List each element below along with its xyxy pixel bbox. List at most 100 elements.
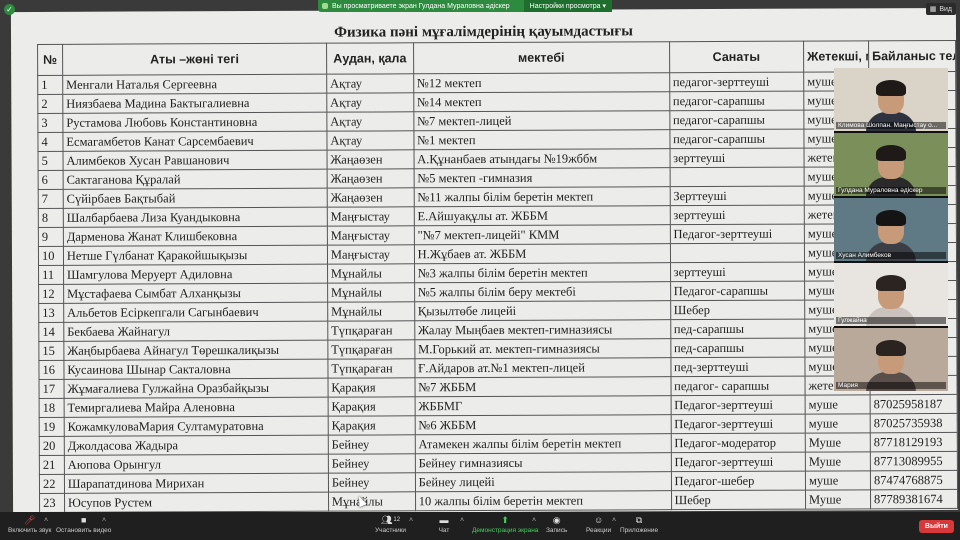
column-header: Аты –жөні тегі: [62, 43, 327, 76]
chat-button[interactable]: ▬ Чат: [438, 515, 450, 534]
table-cell: зерттеуші: [670, 262, 805, 282]
column-header: Аудан, қала: [326, 42, 414, 75]
table-cell: [670, 243, 805, 263]
share-screen-button[interactable]: ⬆ Демонстрация экрана: [472, 514, 538, 535]
view-options-button[interactable]: Настройки просмотра ▾: [523, 0, 612, 12]
table-cell: Мұстафаева Сымбат Алханқызы: [63, 283, 328, 304]
grid-icon: ▦: [929, 6, 937, 13]
shared-document: Физика пәні мұғалімдерінің қауымдастығы …: [10, 7, 959, 512]
video-options-caret-icon[interactable]: ˄: [102, 517, 106, 524]
table-cell: педагог-зерттеуші: [669, 72, 804, 92]
table-cell: Алимбеков Хусан Равшанович: [62, 150, 327, 171]
table-cell: Педагог-зерттеуші: [670, 414, 806, 434]
share-options-caret-icon[interactable]: ˄: [532, 517, 536, 524]
table-cell: Түпқараған: [327, 320, 415, 341]
table-cell: Муше: [805, 432, 871, 453]
table-cell: 18: [39, 398, 65, 418]
table-cell: Педагог-модератор: [670, 433, 806, 453]
table-cell: муше: [805, 413, 871, 434]
table-cell: Муше: [805, 489, 871, 510]
table-cell: Бейнеу: [328, 453, 416, 474]
chat-bubble-icon: ▬: [439, 515, 449, 525]
chat-options-caret-icon[interactable]: ˄: [460, 517, 464, 524]
table-cell: Мұнайлы: [327, 282, 415, 303]
leave-meeting-button[interactable]: Выйти: [918, 520, 954, 533]
table-cell: Ақтау: [326, 92, 414, 113]
table-cell: 87718129193: [870, 432, 958, 452]
banner-text: Вы просматриваете экран Гулдана Мураловн…: [332, 2, 510, 10]
table-cell: педагог-сарапшы: [669, 129, 804, 149]
table-cell: Ниязбаева Мадина Бактыгалиевна: [62, 93, 327, 114]
reactions-options-caret-icon[interactable]: ˄: [612, 517, 616, 524]
mic-muted-icon: 🎤︎: [23, 514, 36, 525]
table-cell: Ақтау: [326, 130, 414, 151]
table-cell: Кусаинова Шынар Сакталовна: [63, 359, 328, 380]
table-cell: Жаңаөзен: [326, 168, 414, 189]
table-cell: 14: [38, 322, 64, 342]
table-cell: Бекбаева Жайнагул: [63, 321, 328, 342]
table-header-row: № Аты –жөні тегі Аудан, қала мектебі Санаты Ж…: [37, 40, 956, 76]
participant-video-tile[interactable]: Гулжайна: [834, 263, 948, 326]
table-cell: Есмагамбетов Канат Сарсембаевич: [62, 131, 327, 152]
table-cell: 3: [37, 113, 63, 133]
table-cell: 10: [38, 246, 64, 266]
table-cell: Сактаганова Құралай: [63, 169, 328, 190]
participant-video-tile[interactable]: Гулдана Мураловна әдіскер: [834, 133, 948, 196]
participant-video-tile[interactable]: Климова Шолпан. Маңғыстау о...: [834, 68, 948, 131]
participant-gallery: Климова Шолпан. Маңғыстау о... Гулдана Му…: [834, 68, 948, 391]
reactions-button[interactable]: ☺ Реакции: [586, 515, 611, 534]
table-cell: 10 жалпы білім беретін мектеп: [415, 490, 672, 511]
table-cell: пед-сарапшы: [670, 319, 805, 339]
share-screen-icon: ⬆: [501, 514, 509, 525]
table-cell: 7: [38, 189, 64, 209]
participants-count: 12: [393, 517, 401, 523]
column-header: Санаты: [669, 41, 804, 73]
table-cell: педагог-сарапшы: [669, 110, 804, 130]
participant-name: Хусан Алимбеков: [836, 252, 946, 259]
table-cell: Жаңаөзен: [327, 187, 414, 208]
table-cell: 5: [38, 151, 64, 171]
table-cell: Жұмағалиева Гулжайна Оразбайқызы: [63, 378, 328, 399]
participant-name: Гулжайна: [836, 317, 946, 324]
table-cell: Ақтау: [326, 73, 414, 94]
table-body: 1 Менгали Наталья Сергеевна Ақтау №12 мекте…: [37, 71, 958, 512]
table-cell: Джолдасова Жадыра: [64, 435, 329, 456]
table-cell: Бейнеу: [328, 434, 416, 455]
shield-icon[interactable]: ✓: [4, 4, 15, 15]
audio-options-caret-icon[interactable]: ˄: [44, 517, 48, 524]
participants-options-caret-icon[interactable]: ˄: [409, 517, 413, 524]
table-cell: Бейнеу гимназиясы: [415, 452, 671, 473]
table-cell: Түпқараған: [327, 339, 415, 360]
table-cell: Н.Жұбаев ат. ЖББМ: [414, 243, 671, 264]
table-cell: Сүйірбаев Бақтыбай: [63, 188, 328, 209]
table-cell: 2: [37, 94, 63, 114]
table-cell: пед-сарапшы: [670, 338, 805, 358]
table-cell: Маңғыстау: [327, 244, 415, 265]
table-cell: педагог- сарапшы: [670, 376, 806, 396]
table-cell: №14 мектеп: [413, 91, 670, 112]
table-cell: Бейнеу лицейі: [415, 471, 672, 492]
table-cell: №1 мектеп: [413, 129, 670, 150]
table-row: 23 Юсупов Рустем Мұнайлы 10 жалпы білім бер…: [39, 489, 958, 512]
table-cell: 11: [38, 265, 64, 285]
participants-button[interactable]: 👥︎ 12 Участники: [375, 515, 406, 535]
apps-button[interactable]: ⧉ Приложение: [620, 515, 658, 535]
participant-video-tile[interactable]: Хусан Алимбеков: [834, 198, 948, 261]
table-cell: 87713089955: [870, 451, 958, 471]
record-button[interactable]: ◉ Запись: [546, 515, 567, 535]
table-cell: 23: [39, 493, 65, 512]
table-cell: №5 мектеп -гимназия: [413, 167, 670, 188]
table-cell: Аюпова Орынгул: [64, 454, 329, 475]
table-cell: Педагог-шебер: [670, 471, 806, 491]
table-cell: №6 ЖББМ: [414, 414, 671, 435]
smiley-icon: ☺: [593, 515, 604, 525]
table-cell: 13: [38, 303, 64, 323]
view-button[interactable]: ▦ Вид: [925, 3, 956, 15]
table-cell: Педагог-зерттеуші: [669, 224, 805, 244]
table-cell: Қарақия: [328, 415, 415, 436]
participant-hair: [876, 210, 906, 226]
participant-video-tile[interactable]: Мария: [834, 328, 948, 391]
table-cell: Шалбарбаева Лиза Куандыковна: [63, 207, 328, 228]
table-cell: 16: [38, 360, 64, 380]
table-cell: 6: [38, 170, 64, 190]
